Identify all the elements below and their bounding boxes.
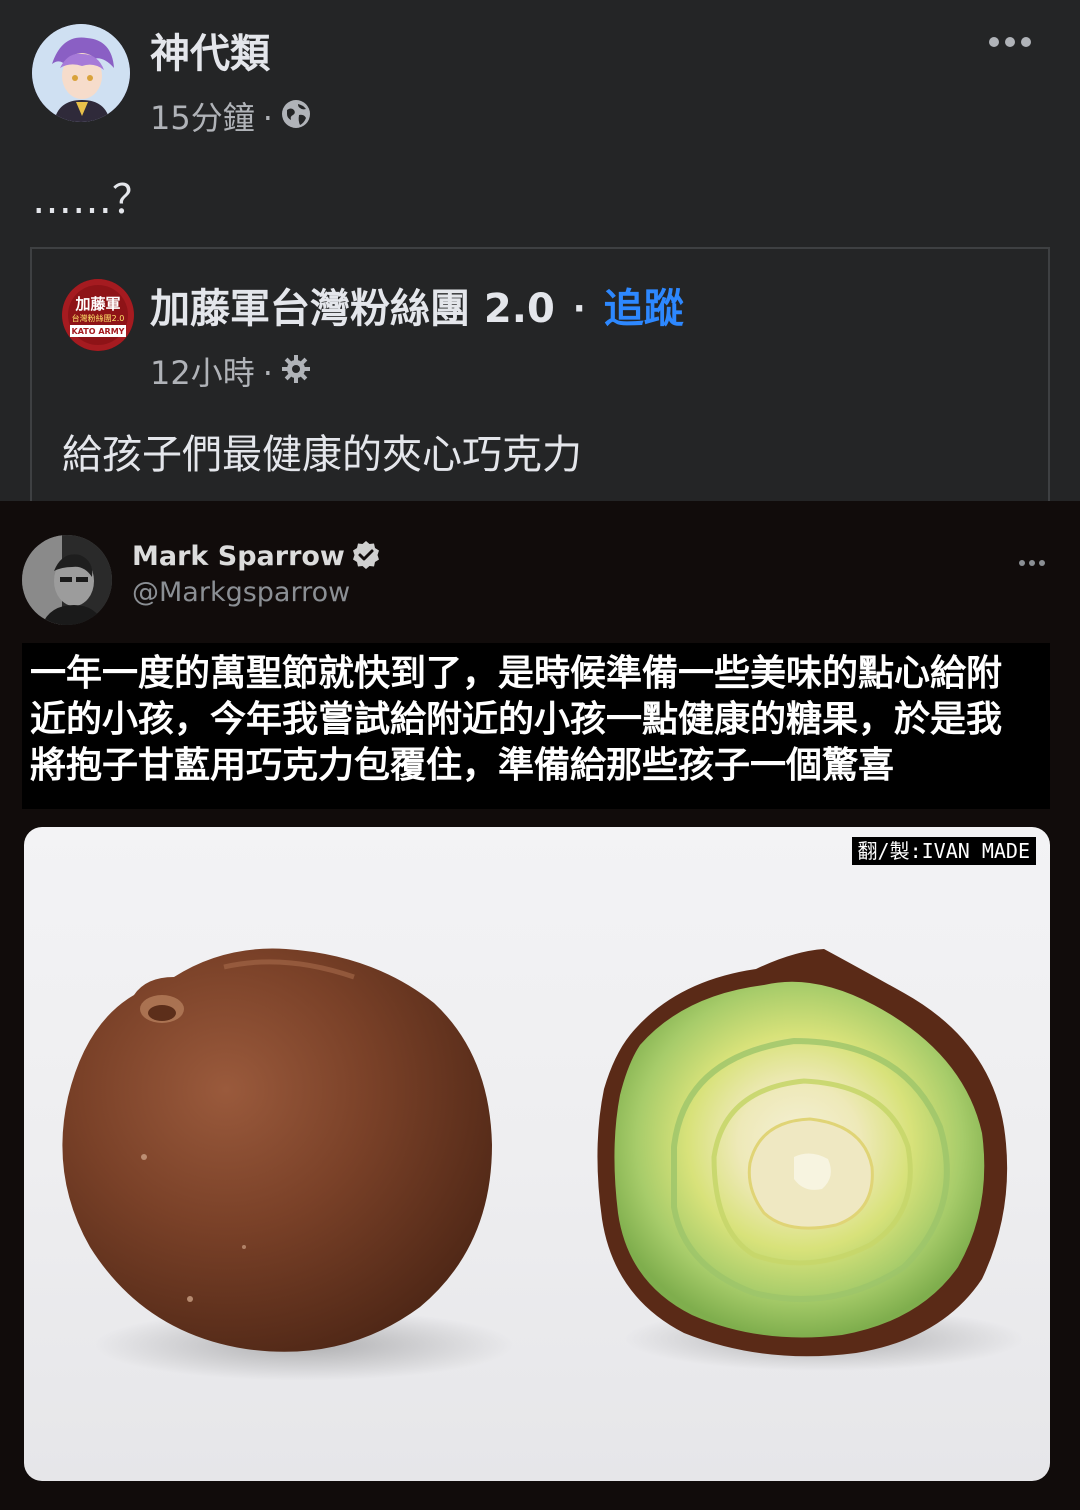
facebook-post: 神代類 15分鐘 · ……？ 加藤軍 台灣粉絲團2.0 KATO ARMY 加藤…	[0, 0, 1080, 1510]
gear-icon	[281, 351, 311, 395]
verified-badge-icon	[351, 540, 381, 574]
page-avatar-brand: KATO ARMY	[72, 327, 125, 336]
dot-separator: ·	[572, 289, 586, 329]
cut-chocolate-sprout	[597, 949, 1008, 1357]
post-text: ……？	[32, 177, 152, 223]
tweet-handle: @Markgsparrow	[132, 577, 351, 608]
tweet-author-name: Mark Sparrow	[132, 541, 345, 572]
caption-line: 一年一度的萬聖節就快到了，是時候準備一些美味的點心給附	[30, 653, 1003, 694]
post-meta: 15分鐘 ·	[150, 96, 311, 140]
page-avatar[interactable]: 加藤軍 台灣粉絲團2.0 KATO ARMY	[62, 279, 134, 351]
globe-icon	[281, 96, 311, 140]
page-name[interactable]: 加藤軍台灣粉絲團 2.0	[150, 281, 555, 337]
meta-separator: ·	[262, 99, 273, 137]
shared-name-row: 加藤軍台灣粉絲團 2.0 · 追蹤	[150, 281, 684, 337]
post-time[interactable]: 15分鐘	[150, 96, 255, 140]
tweet-caption: 一年一度的萬聖節就快到了，是時候準備一些美味的點心給附 近的小孩，今年我嘗試給附…	[22, 643, 1050, 809]
chocolate-sprout-photo: 翻/製:IVAN MADE	[24, 827, 1050, 1481]
shared-post-text: 給孩子們最健康的夾心巧克力	[62, 432, 582, 478]
whole-chocolate	[62, 948, 493, 1352]
shared-meta: 12小時 ·	[150, 351, 311, 395]
page-avatar-title: 加藤軍	[74, 295, 120, 313]
tweet-more-icon	[1018, 553, 1046, 566]
caption-line: 將抱子甘藍用巧克力包覆住，準備給那些孩子一個驚喜	[30, 745, 895, 786]
tweet-screenshot-image[interactable]: Mark Sparrow @Markgsparrow 一年一度的萬聖節就快到了，…	[0, 501, 1080, 1510]
tweet-avatar	[22, 535, 112, 625]
author-name[interactable]: 神代類	[150, 28, 270, 80]
caption-line: 近的小孩，今年我嘗試給附近的小孩一點健康的糖果，於是我	[30, 699, 1003, 740]
shared-time[interactable]: 12小時	[150, 351, 255, 395]
meta-separator: ·	[262, 354, 273, 392]
watermark-label: 翻/製:IVAN MADE	[851, 837, 1036, 865]
page-avatar-subtitle: 台灣粉絲團2.0	[72, 313, 125, 323]
author-avatar[interactable]	[32, 24, 130, 122]
follow-link[interactable]: 追蹤	[604, 281, 684, 337]
tweet-name-row: Mark Sparrow	[132, 539, 381, 575]
more-options-icon[interactable]	[988, 30, 1032, 54]
shared-post-card[interactable]: 加藤軍 台灣粉絲團2.0 KATO ARMY 加藤軍台灣粉絲團 2.0 · 追蹤…	[30, 247, 1050, 507]
